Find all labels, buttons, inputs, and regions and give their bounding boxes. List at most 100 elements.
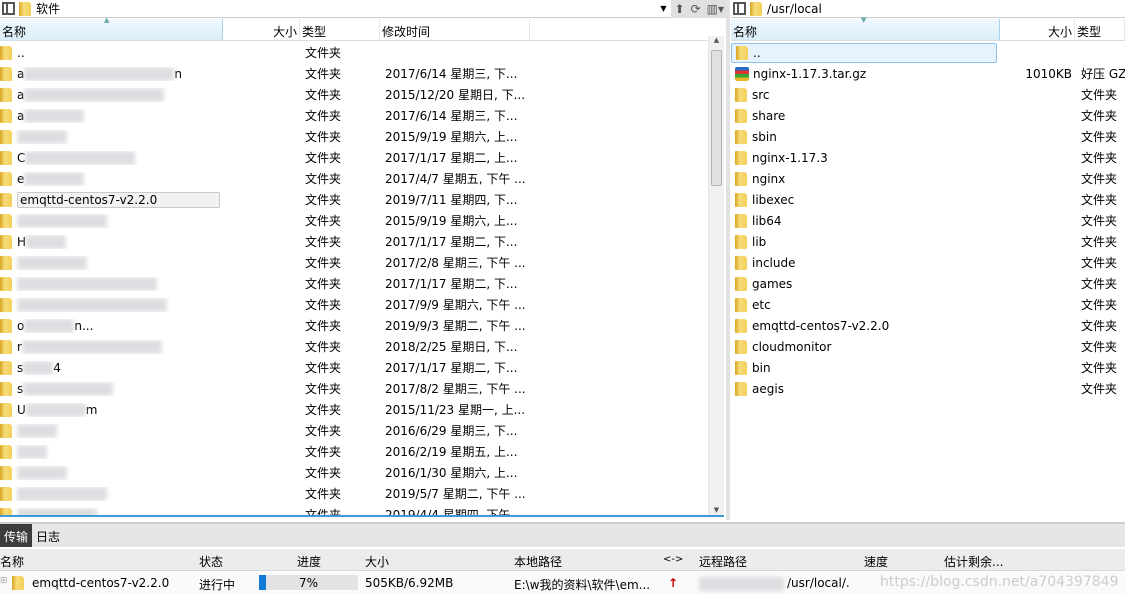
col-name[interactable]: 名称: [0, 553, 24, 570]
file-row[interactable]: 文件夹 2019/5/7 星期二, 下午 ...: [0, 483, 708, 504]
file-row[interactable]: aegis 文件夹: [731, 378, 1125, 399]
toggle-tree-icon[interactable]: [2, 2, 15, 15]
file-row[interactable]: s4 文件夹 2017/1/17 星期二, 下...: [0, 357, 708, 378]
tab-log[interactable]: 日志: [32, 524, 64, 547]
local-path[interactable]: 软件: [36, 0, 660, 17]
col-eta[interactable]: 估计剩余...: [944, 553, 1003, 570]
file-row[interactable]: C 文件夹 2017/1/17 星期二, 上...: [0, 147, 708, 168]
file-name-cell: [0, 129, 223, 144]
file-row[interactable]: Um 文件夹 2015/11/23 星期一, 上...: [0, 399, 708, 420]
file-name: bin: [752, 360, 771, 375]
file-name-cell: ..: [731, 42, 997, 63]
file-name-cell: [0, 465, 223, 480]
refresh-icon[interactable]: ⟳: [691, 2, 701, 16]
col-name[interactable]: 名称 ▼: [731, 16, 1000, 40]
file-row[interactable]: emqttd-centos7-v2.2.0 文件夹 2019/7/11 星期四,…: [0, 189, 708, 210]
file-type: 文件夹: [305, 361, 342, 375]
toggle-tree-icon[interactable]: [733, 2, 746, 15]
file-row[interactable]: a 文件夹 2017/6/14 星期三, 下...: [0, 105, 708, 126]
pane-splitter[interactable]: [726, 0, 730, 520]
redacted-name: [21, 339, 162, 354]
file-type: 文件夹: [305, 109, 342, 123]
col-direction[interactable]: <->: [663, 554, 683, 565]
file-row[interactable]: 文件夹 2017/2/8 星期三, 下午 ...: [0, 252, 708, 273]
file-row[interactable]: libexec 文件夹: [731, 189, 1125, 210]
col-progress[interactable]: 进度: [297, 553, 321, 570]
file-row[interactable]: r 文件夹 2018/2/25 星期日, 下...: [0, 336, 708, 357]
file-name-cell: nginx: [731, 171, 1000, 186]
file-name-cell: lib: [731, 234, 1000, 249]
upload-arrow-icon: ↑: [668, 576, 679, 590]
file-type: 文件夹: [305, 130, 342, 144]
file-row[interactable]: cloudmonitor 文件夹: [731, 336, 1125, 357]
file-row[interactable]: e 文件夹 2017/4/7 星期五, 下午 ...: [0, 168, 708, 189]
redacted-name: [17, 213, 107, 228]
file-row[interactable]: H 文件夹 2017/1/17 星期二, 下...: [0, 231, 708, 252]
file-row[interactable]: include 文件夹: [731, 252, 1125, 273]
file-name: games: [752, 276, 793, 291]
file-row[interactable]: a 文件夹 2015/12/20 星期日, 下...: [0, 84, 708, 105]
file-row[interactable]: src 文件夹: [731, 84, 1125, 105]
folder-icon: [0, 297, 12, 312]
file-row[interactable]: 文件夹 2015/9/19 星期六, 上...: [0, 126, 708, 147]
col-type[interactable]: 类型: [1075, 19, 1125, 40]
col-size[interactable]: 大小: [223, 19, 300, 40]
file-row[interactable]: nginx-1.17.3.tar.gz 1010KB 好压 GZ: [731, 63, 1125, 84]
folder-icon: [0, 444, 12, 459]
expand-icon[interactable]: ⊞: [0, 576, 8, 586]
file-name-cell: lib64: [731, 213, 1000, 228]
col-local-path[interactable]: 本地路径: [514, 553, 562, 570]
file-row[interactable]: etc 文件夹: [731, 294, 1125, 315]
file-row[interactable]: bin 文件夹: [731, 357, 1125, 378]
file-row[interactable]: nginx-1.17.3 文件夹: [731, 147, 1125, 168]
parent-folder-icon[interactable]: ⬆: [675, 2, 685, 16]
col-modified[interactable]: 修改时间: [380, 19, 530, 40]
file-name-cell: nginx-1.17.3.tar.gz: [731, 66, 1000, 81]
remote-header: 名称 ▼ 大小 类型: [731, 16, 1125, 41]
file-row[interactable]: 文件夹 2015/9/19 星期六, 上...: [0, 210, 708, 231]
file-row[interactable]: 文件夹 2016/1/30 星期六, 上...: [0, 462, 708, 483]
file-name-cell: [0, 423, 223, 438]
file-type: 文件夹: [305, 88, 342, 102]
col-remote-path[interactable]: 远程路径: [699, 553, 747, 570]
file-row[interactable]: games 文件夹: [731, 273, 1125, 294]
file-type: 文件夹: [1081, 277, 1118, 291]
file-row[interactable]: sbin 文件夹: [731, 126, 1125, 147]
file-row[interactable]: share 文件夹: [731, 105, 1125, 126]
remote-path[interactable]: /usr/local: [767, 2, 822, 16]
file-row[interactable]: lib64 文件夹: [731, 210, 1125, 231]
file-name: cloudmonitor: [752, 339, 832, 354]
scroll-thumb[interactable]: [711, 50, 722, 186]
tab-transfer[interactable]: 传输: [0, 524, 33, 547]
file-row[interactable]: ..: [731, 42, 1125, 63]
file-row[interactable]: 文件夹 2016/2/19 星期五, 上...: [0, 441, 708, 462]
file-row[interactable]: nginx 文件夹: [731, 168, 1125, 189]
file-type: 文件夹: [305, 445, 342, 459]
file-row[interactable]: emqttd-centos7-v2.2.0 文件夹: [731, 315, 1125, 336]
col-speed[interactable]: 速度: [864, 553, 888, 570]
file-row[interactable]: o n... 文件夹 2019/9/3 星期二, 下午 ...: [0, 315, 708, 336]
col-size[interactable]: 大小: [1000, 19, 1075, 40]
file-name: emqttd-centos7-v2.2.0: [752, 318, 890, 333]
file-row[interactable]: 文件夹 2016/6/29 星期三, 下...: [0, 420, 708, 441]
file-row[interactable]: 文件夹 2017/1/17 星期二, 下...: [0, 273, 708, 294]
file-row[interactable]: .. 文件夹: [0, 42, 708, 63]
col-status[interactable]: 状态: [199, 553, 223, 570]
redacted-name: [17, 297, 167, 312]
path-dropdown-icon[interactable]: ▼: [660, 4, 666, 13]
file-row[interactable]: s 文件夹 2017/8/2 星期三, 下午 ...: [0, 378, 708, 399]
file-name-cell: e: [0, 171, 223, 186]
file-size: 1010KB: [1025, 66, 1072, 81]
file-row[interactable]: an 文件夹 2017/6/14 星期三, 下...: [0, 63, 708, 84]
transfer-row[interactable]: ⊞ emqttd-centos7-v2.2.0 进行中 7% 505KB/6.9…: [0, 572, 1125, 594]
redacted-name: [17, 444, 47, 459]
col-type[interactable]: 类型: [300, 19, 380, 40]
col-name[interactable]: 名称 ▲: [0, 16, 223, 40]
view-menu-icon[interactable]: ▥▾: [707, 2, 724, 16]
file-row[interactable]: lib 文件夹: [731, 231, 1125, 252]
col-size[interactable]: 大小: [365, 553, 389, 570]
file-name-cell: [0, 297, 223, 312]
file-row[interactable]: 文件夹 2017/9/9 星期六, 下午 ...: [0, 294, 708, 315]
local-scrollbar[interactable]: ▲ ▼: [708, 36, 724, 516]
file-type: 文件夹: [305, 424, 342, 438]
